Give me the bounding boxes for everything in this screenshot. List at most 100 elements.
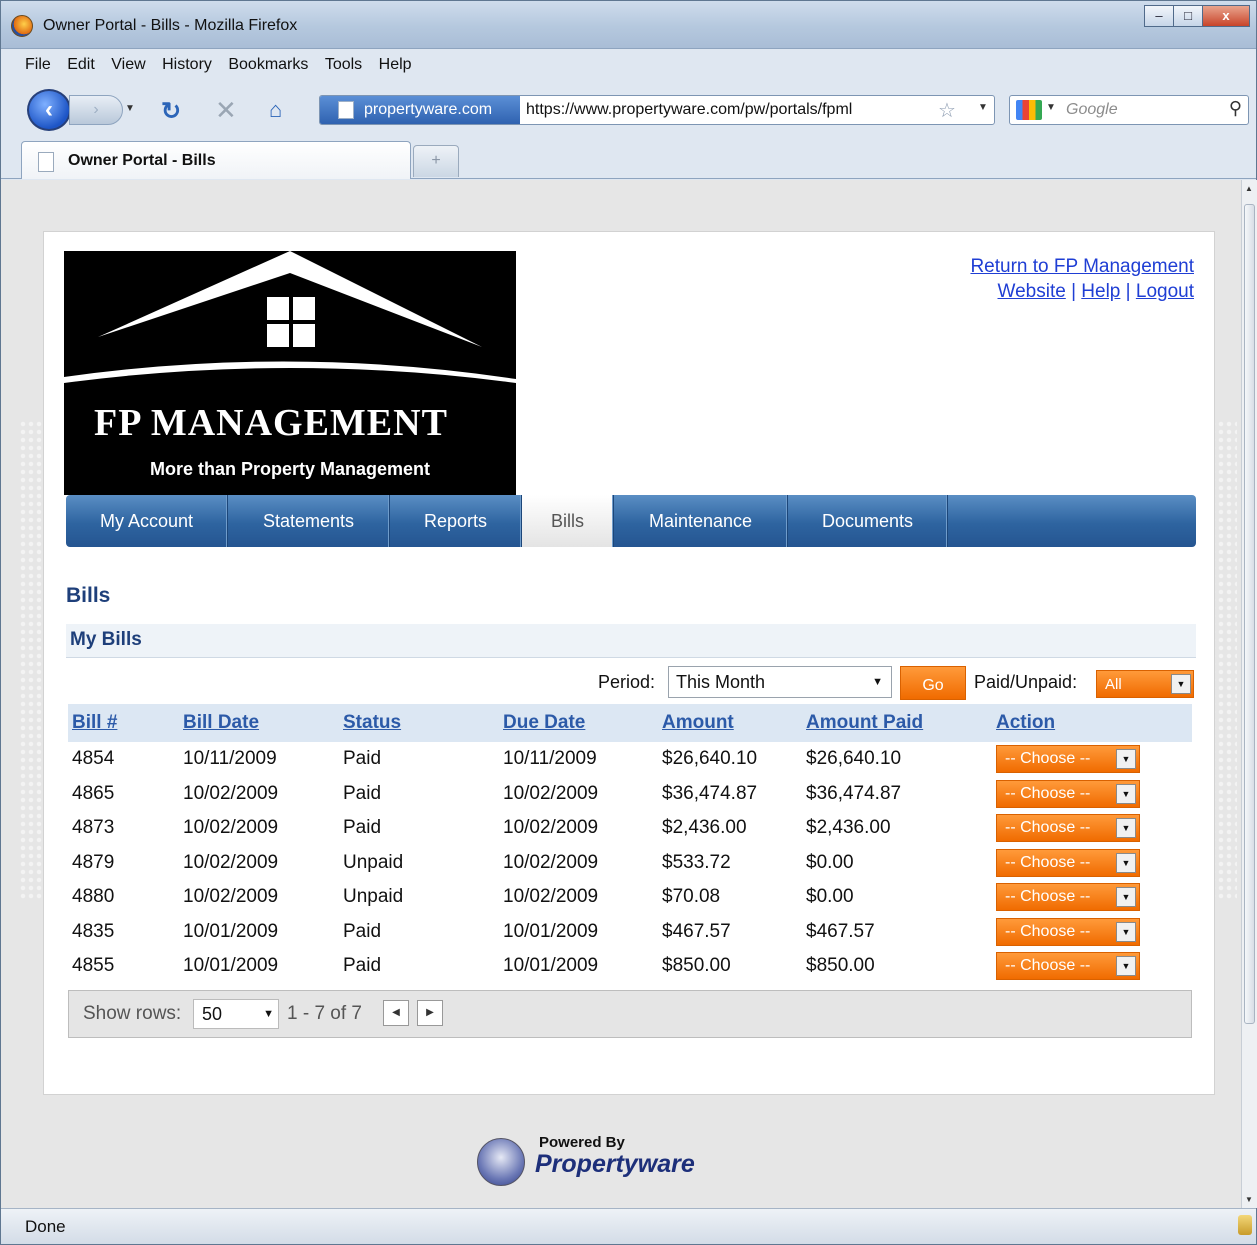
- cell-status: Paid: [339, 776, 499, 811]
- help-link[interactable]: Help: [1081, 281, 1120, 302]
- nav-tab-documents[interactable]: Documents: [788, 495, 948, 547]
- search-engine-dropdown-icon[interactable]: ▼: [1046, 102, 1056, 113]
- cell-bill-number: 4879: [68, 845, 179, 880]
- action-select[interactable]: -- Choose -- ▼: [996, 745, 1140, 774]
- window-controls: – □ x: [1144, 5, 1250, 27]
- menu-bookmarks[interactable]: Bookmarks: [228, 51, 308, 79]
- action-select[interactable]: -- Choose -- ▼: [996, 814, 1140, 843]
- search-input[interactable]: Google: [1066, 96, 1118, 124]
- page-icon: [338, 101, 354, 119]
- bookmark-star-icon[interactable]: ☆: [938, 98, 956, 123]
- maximize-button[interactable]: □: [1173, 5, 1203, 27]
- action-select[interactable]: -- Choose -- ▼: [996, 883, 1140, 912]
- go-button[interactable]: Go: [900, 666, 966, 700]
- rows-per-page-value: 50: [202, 1004, 223, 1024]
- menu-history[interactable]: History: [162, 51, 212, 79]
- search-bar[interactable]: ▼ Google ⚲: [1009, 95, 1249, 125]
- back-button[interactable]: ‹: [27, 89, 71, 131]
- scroll-down-icon[interactable]: ▼: [1245, 1195, 1253, 1204]
- cell-action: -- Choose -- ▼: [992, 742, 1192, 777]
- cell-bill-number: 4880: [68, 880, 179, 915]
- url-bar[interactable]: propertyware.com https://www.propertywar…: [319, 95, 995, 125]
- powered-by-logo[interactable]: Powered By Propertyware: [477, 1132, 737, 1192]
- reload-icon[interactable]: ↻: [161, 97, 181, 126]
- rows-per-page-select[interactable]: 50 ▼: [193, 999, 279, 1029]
- column-header-bill-date[interactable]: Bill Date: [179, 704, 339, 742]
- cell-bill-date: 10/02/2009: [179, 845, 339, 880]
- cell-action: -- Choose -- ▼: [992, 776, 1192, 811]
- url-dropdown-icon[interactable]: ▼: [978, 102, 988, 113]
- nav-tab-statements[interactable]: Statements: [228, 495, 390, 547]
- tab-owner-portal-bills[interactable]: Owner Portal - Bills: [21, 141, 411, 179]
- action-select-label: -- Choose --: [1005, 853, 1091, 871]
- return-link[interactable]: Return to FP Management: [970, 256, 1194, 277]
- chevron-down-icon: ▼: [1116, 852, 1136, 873]
- period-select[interactable]: This Month ▼: [668, 666, 892, 698]
- action-select[interactable]: -- Choose -- ▼: [996, 779, 1140, 808]
- cell-bill-date: 10/02/2009: [179, 811, 339, 846]
- menu-edit[interactable]: Edit: [67, 51, 95, 79]
- home-icon[interactable]: ⌂: [269, 97, 282, 123]
- site-identity-button[interactable]: propertyware.com: [320, 96, 520, 124]
- stop-icon[interactable]: ✕: [215, 95, 237, 126]
- action-select[interactable]: -- Choose -- ▼: [996, 952, 1140, 981]
- action-select[interactable]: -- Choose -- ▼: [996, 917, 1140, 946]
- column-header-bill-number[interactable]: Bill #: [68, 704, 179, 742]
- menu-tools[interactable]: Tools: [325, 51, 362, 79]
- url-input[interactable]: https://www.propertyware.com/pw/portals/…: [526, 96, 936, 124]
- content-panel: FP MANAGEMENT More than Property Managem…: [43, 231, 1215, 1095]
- nav-tab-reports[interactable]: Reports: [390, 495, 522, 547]
- chevron-down-icon: ▼: [1171, 674, 1191, 694]
- chevron-down-icon: ▼: [1116, 887, 1136, 908]
- nav-tab-my-account[interactable]: My Account: [66, 495, 228, 547]
- period-value: This Month: [676, 672, 766, 692]
- search-magnifier-icon[interactable]: ⚲: [1229, 98, 1242, 119]
- cell-status: Unpaid: [339, 880, 499, 915]
- scroll-up-icon[interactable]: ▲: [1245, 184, 1253, 193]
- column-header-due-date[interactable]: Due Date: [499, 704, 658, 742]
- period-label: Period:: [598, 672, 656, 692]
- main-nav: My Account Statements Reports Bills Maintena…: [66, 495, 1196, 547]
- cell-action: -- Choose -- ▼: [992, 845, 1192, 880]
- cell-amount-paid: $0.00: [802, 880, 992, 915]
- menu-view[interactable]: View: [111, 51, 145, 79]
- page-viewport: FP MANAGEMENT More than Property Managem…: [1, 180, 1241, 1208]
- table-row: 4865 10/02/2009 Paid 10/02/2009 $36,474.87 $3…: [68, 776, 1192, 811]
- history-dropdown-icon[interactable]: ▼: [125, 103, 135, 114]
- action-select[interactable]: -- Choose -- ▼: [996, 848, 1140, 877]
- new-tab-button[interactable]: +: [413, 145, 459, 177]
- search-engine-icon[interactable]: [1016, 100, 1042, 120]
- cell-amount-paid: $850.00: [802, 949, 992, 984]
- nav-tab-maintenance[interactable]: Maintenance: [614, 495, 788, 547]
- cell-status: Unpaid: [339, 845, 499, 880]
- scroll-thumb[interactable]: [1244, 204, 1255, 1024]
- cell-bill-number: 4865: [68, 776, 179, 811]
- column-header-amount[interactable]: Amount: [658, 704, 802, 742]
- navigation-toolbar: ‹ › ▼ ↻ ✕ ⌂ propertyware.com https://www…: [1, 83, 1256, 133]
- table-row: 4835 10/01/2009 Paid 10/01/2009 $467.57 $467.…: [68, 914, 1192, 949]
- vertical-scrollbar[interactable]: ▲ ▼: [1241, 180, 1257, 1208]
- cell-amount: $2,436.00: [658, 811, 802, 846]
- menu-help[interactable]: Help: [379, 51, 412, 79]
- next-page-button[interactable]: ▶: [417, 1000, 443, 1026]
- forward-button[interactable]: ›: [69, 95, 123, 125]
- previous-page-button[interactable]: ◀: [383, 1000, 409, 1026]
- close-button[interactable]: x: [1202, 5, 1250, 27]
- column-header-action[interactable]: Action: [992, 704, 1192, 742]
- column-header-amount-paid[interactable]: Amount Paid: [802, 704, 992, 742]
- logo-title: FP MANAGEMENT: [94, 402, 448, 444]
- website-link[interactable]: Website: [998, 281, 1066, 302]
- minimize-button[interactable]: –: [1144, 5, 1174, 27]
- paid-unpaid-select[interactable]: All ▼: [1096, 670, 1194, 698]
- table-header-row: Bill # Bill Date Status Due Date Amount …: [68, 704, 1192, 742]
- column-header-status[interactable]: Status: [339, 704, 499, 742]
- logout-link[interactable]: Logout: [1136, 281, 1194, 302]
- cell-amount-paid: $0.00: [802, 845, 992, 880]
- menu-file[interactable]: File: [25, 51, 51, 79]
- lock-icon: [1238, 1215, 1252, 1235]
- cell-amount: $36,474.87: [658, 776, 802, 811]
- cell-amount: $533.72: [658, 845, 802, 880]
- cell-amount: $850.00: [658, 949, 802, 984]
- nav-tab-bills[interactable]: Bills: [522, 495, 614, 547]
- cell-bill-date: 10/02/2009: [179, 776, 339, 811]
